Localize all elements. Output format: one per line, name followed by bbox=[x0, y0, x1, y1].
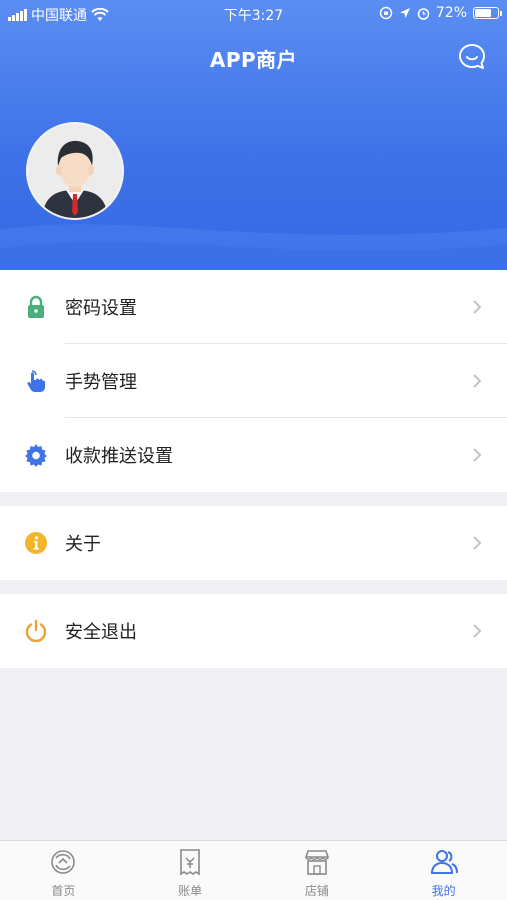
chevron-right-icon bbox=[473, 300, 482, 314]
home-swirl-icon bbox=[51, 850, 76, 874]
chevron-right-icon bbox=[473, 624, 482, 638]
chevron-right-icon bbox=[473, 374, 482, 388]
profile-header: 中国联通 下午3:27 72% APP商户 bbox=[0, 0, 507, 270]
gear-icon bbox=[25, 444, 47, 467]
menu-item-label: 安全退出 bbox=[65, 622, 137, 643]
lock-icon bbox=[28, 295, 44, 318]
tab-mine[interactable]: 我的 bbox=[380, 841, 507, 900]
battery-icon bbox=[473, 7, 502, 19]
info-icon bbox=[25, 532, 47, 554]
menu-item-label: 手势管理 bbox=[65, 372, 137, 393]
chevron-right-icon bbox=[473, 448, 482, 462]
store-icon bbox=[304, 850, 329, 875]
status-bar: 中国联通 下午3:27 72% bbox=[0, 0, 507, 28]
menu-item-gesture-management[interactable]: 手势管理 bbox=[0, 344, 507, 418]
settings-menu-group: 密码设置 手势管理 收款推送设置 bbox=[0, 270, 507, 492]
hand-tap-icon bbox=[27, 370, 45, 392]
menu-item-password-settings[interactable]: 密码设置 bbox=[0, 270, 507, 344]
user-avatar-illustration bbox=[28, 124, 122, 218]
receipt-icon bbox=[180, 849, 200, 876]
battery-percent: 72% bbox=[435, 5, 467, 21]
chevron-right-icon bbox=[473, 536, 482, 550]
tab-label: 我的 bbox=[431, 884, 456, 898]
menu-item-label: 密码设置 bbox=[65, 298, 137, 319]
users-icon bbox=[430, 850, 458, 874]
menu-item-about[interactable]: 关于 bbox=[0, 506, 507, 580]
power-icon bbox=[25, 619, 47, 643]
orientation-lock-icon bbox=[379, 6, 393, 20]
logout-menu-group: 安全退出 bbox=[0, 594, 507, 668]
menu-item-payment-push-settings[interactable]: 收款推送设置 bbox=[0, 418, 507, 492]
tab-label: 首页 bbox=[51, 884, 76, 898]
alarm-icon bbox=[417, 7, 430, 20]
tab-bar: 首页 账单 店铺 我的 bbox=[0, 840, 507, 900]
tab-label: 店铺 bbox=[304, 884, 329, 898]
page-title: APP商户 bbox=[209, 48, 298, 72]
tab-store[interactable]: 店铺 bbox=[254, 841, 381, 900]
location-icon bbox=[399, 8, 410, 18]
tab-home[interactable]: 首页 bbox=[0, 841, 127, 900]
avatar[interactable] bbox=[26, 122, 124, 220]
menu-item-label: 关于 bbox=[65, 534, 101, 555]
menu-item-label: 收款推送设置 bbox=[65, 446, 173, 467]
tab-bills[interactable]: 账单 bbox=[127, 841, 254, 900]
menu-item-logout[interactable]: 安全退出 bbox=[0, 594, 507, 668]
chat-bubble-icon[interactable] bbox=[457, 42, 487, 72]
tab-label: 账单 bbox=[178, 884, 203, 898]
about-menu-group: 关于 bbox=[0, 506, 507, 580]
